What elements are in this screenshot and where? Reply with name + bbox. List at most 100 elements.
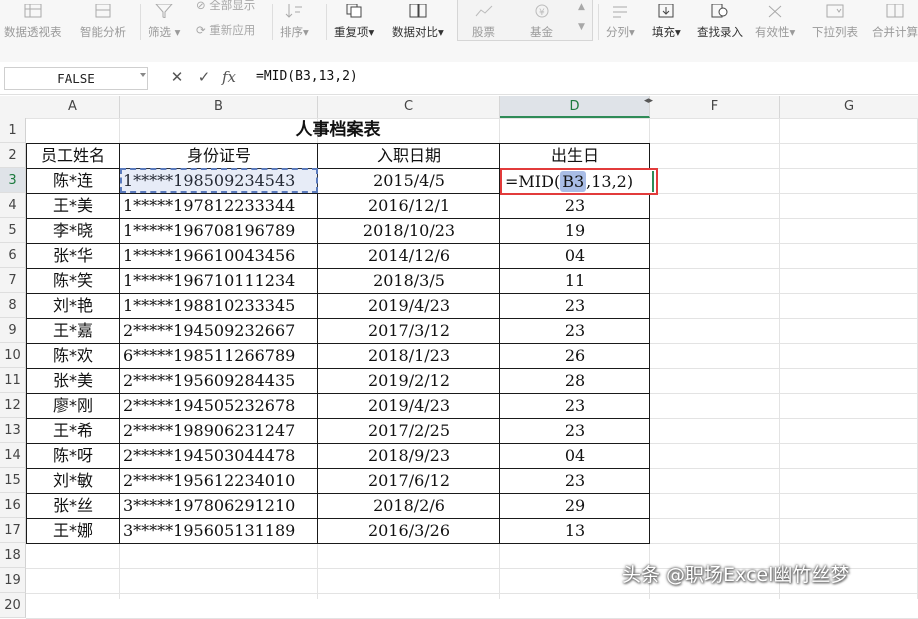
name-cell[interactable]: 张*丝 xyxy=(26,493,120,518)
id-number-cell[interactable]: 2*****195612234010 xyxy=(120,468,318,493)
filter-button[interactable]: 筛选 ▾ xyxy=(148,0,180,62)
row-header-19[interactable]: 19 xyxy=(0,568,26,593)
formula-input[interactable]: =MID(B3,13,2) xyxy=(256,69,358,84)
funds-button[interactable]: ¥ 基金 xyxy=(530,0,553,62)
name-cell[interactable]: 王*美 xyxy=(26,193,120,218)
chevron-down-icon[interactable] xyxy=(140,73,146,77)
row-header-10[interactable]: 10 xyxy=(0,343,26,368)
id-number-cell[interactable]: 2*****198906231247 xyxy=(120,418,318,443)
sort-button[interactable]: 排序▾ xyxy=(280,0,309,62)
row-header-1[interactable]: 1 xyxy=(0,118,26,143)
birth-day-cell[interactable]: 23 xyxy=(500,418,650,443)
hire-date-cell[interactable]: 2017/2/25 xyxy=(318,418,500,443)
hire-date-cell[interactable]: 2016/12/1 xyxy=(318,193,500,218)
reapply-button[interactable]: ⟳ 重新应用 xyxy=(196,22,255,38)
birth-day-cell[interactable]: 26 xyxy=(500,343,650,368)
smart-analysis-button[interactable]: 智能分析 xyxy=(80,0,126,62)
hire-date-cell[interactable]: 2019/4/23 xyxy=(318,393,500,418)
birth-day-cell[interactable]: 04 xyxy=(500,243,650,268)
name-cell[interactable]: 张*华 xyxy=(26,243,120,268)
row-header-17[interactable]: 17 xyxy=(0,518,26,543)
group-expand-up[interactable]: ▲ xyxy=(578,2,585,12)
hire-date-cell[interactable]: 2017/3/12 xyxy=(318,318,500,343)
name-box[interactable]: FALSE xyxy=(4,67,148,90)
consolidate-button[interactable]: 合并计算 xyxy=(872,0,918,62)
row-header-20[interactable]: 20 xyxy=(0,593,26,618)
row-header-15[interactable]: 15 xyxy=(0,468,26,493)
sheet-title-cell[interactable]: 人事档案表 xyxy=(26,118,650,143)
hire-date-cell[interactable]: 2016/3/26 xyxy=(318,518,500,543)
column-header-b[interactable]: B xyxy=(120,96,318,118)
birth-day-cell[interactable]: 28 xyxy=(500,368,650,393)
row-header-2[interactable]: 2 xyxy=(0,143,26,168)
name-cell[interactable]: 刘*艳 xyxy=(26,293,120,318)
name-cell[interactable]: 陈*连 xyxy=(26,168,120,193)
hire-date-cell[interactable]: 2015/4/5 xyxy=(318,168,500,193)
column-header-a[interactable]: A xyxy=(26,96,120,118)
split-column-button[interactable]: 分列▾ xyxy=(606,0,635,62)
id-number-cell[interactable]: 1*****196708196789 xyxy=(120,218,318,243)
show-all-button[interactable]: ⊘ 全部显示 xyxy=(196,0,255,13)
birth-day-cell[interactable]: 29 xyxy=(500,493,650,518)
active-cell-d3-editor[interactable]: =MID(B3,13,2) xyxy=(500,168,658,195)
row-header-6[interactable]: 6 xyxy=(0,243,26,268)
pivot-table-button[interactable]: 数据透视表 xyxy=(4,0,62,62)
id-number-cell[interactable]: 2*****194503044478 xyxy=(120,443,318,468)
birth-day-cell[interactable]: 13 xyxy=(500,518,650,543)
hire-date-cell[interactable]: 2018/1/23 xyxy=(318,343,500,368)
hire-date-cell[interactable]: 2018/9/23 xyxy=(318,443,500,468)
dropdown-list-button[interactable]: 下拉列表 xyxy=(812,0,858,62)
name-cell[interactable]: 张*美 xyxy=(26,368,120,393)
birth-day-cell[interactable]: 19 xyxy=(500,218,650,243)
header-cell[interactable]: 入职日期 xyxy=(318,143,500,168)
insert-function-icon[interactable]: fx xyxy=(220,68,238,86)
hire-date-cell[interactable]: 2018/3/5 xyxy=(318,268,500,293)
name-cell[interactable]: 李*晓 xyxy=(26,218,120,243)
id-number-cell[interactable]: 3*****195605131189 xyxy=(120,518,318,543)
birth-day-cell[interactable]: 04 xyxy=(500,443,650,468)
birth-day-cell[interactable]: 23 xyxy=(500,318,650,343)
confirm-icon[interactable]: ✓ xyxy=(195,68,213,86)
stocks-button[interactable]: 股票 xyxy=(472,0,495,62)
validity-button[interactable]: 有效性▾ xyxy=(755,0,795,62)
birth-day-cell[interactable]: 23 xyxy=(500,468,650,493)
row-header-11[interactable]: 11 xyxy=(0,368,26,393)
name-cell[interactable]: 刘*敏 xyxy=(26,468,120,493)
hire-date-cell[interactable]: 2018/10/23 xyxy=(318,218,500,243)
column-header-f[interactable]: F xyxy=(650,96,780,118)
id-number-cell[interactable]: 6*****198511266789 xyxy=(120,343,318,368)
birth-day-cell[interactable]: 23 xyxy=(500,393,650,418)
header-cell[interactable]: 身份证号 xyxy=(120,143,318,168)
row-header-4[interactable]: 4 xyxy=(0,193,26,218)
row-header-5[interactable]: 5 xyxy=(0,218,26,243)
header-cell[interactable]: 出生日 xyxy=(500,143,650,168)
birth-day-cell[interactable]: 23 xyxy=(500,193,650,218)
birth-day-cell[interactable]: 11 xyxy=(500,268,650,293)
id-number-cell[interactable]: 1*****198810233345 xyxy=(120,293,318,318)
row-header-16[interactable]: 16 xyxy=(0,493,26,518)
row-header-7[interactable]: 7 xyxy=(0,268,26,293)
row-header-8[interactable]: 8 xyxy=(0,293,26,318)
lookup-entry-button[interactable]: 查找录入 xyxy=(697,0,743,62)
hire-date-cell[interactable]: 2018/2/6 xyxy=(318,493,500,518)
duplicates-button[interactable]: 重复项▾ xyxy=(334,0,374,62)
hire-date-cell[interactable]: 2014/12/6 xyxy=(318,243,500,268)
row-header-9[interactable]: 9 xyxy=(0,318,26,343)
row-header-13[interactable]: 13 xyxy=(0,418,26,443)
header-cell[interactable]: 员工姓名 xyxy=(26,143,120,168)
row-header-12[interactable]: 12 xyxy=(0,393,26,418)
hire-date-cell[interactable]: 2017/6/12 xyxy=(318,468,500,493)
column-resize-handle-icon[interactable]: ◂▸ xyxy=(644,96,653,106)
id-number-cell[interactable]: 1*****196610043456 xyxy=(120,243,318,268)
name-cell[interactable]: 王*希 xyxy=(26,418,120,443)
hire-date-cell[interactable]: 2019/2/12 xyxy=(318,368,500,393)
column-header-g[interactable]: G xyxy=(780,96,918,118)
cancel-icon[interactable]: ✕ xyxy=(168,68,186,86)
name-cell[interactable]: 廖*刚 xyxy=(26,393,120,418)
name-cell[interactable]: 陈*笑 xyxy=(26,268,120,293)
name-cell[interactable]: 王*嘉 xyxy=(26,318,120,343)
id-number-cell[interactable]: 1*****196710111234 xyxy=(120,268,318,293)
name-cell[interactable]: 陈*欢 xyxy=(26,343,120,368)
id-number-cell[interactable]: 2*****195609284435 xyxy=(120,368,318,393)
id-number-cell[interactable]: 1*****197812233344 xyxy=(120,193,318,218)
